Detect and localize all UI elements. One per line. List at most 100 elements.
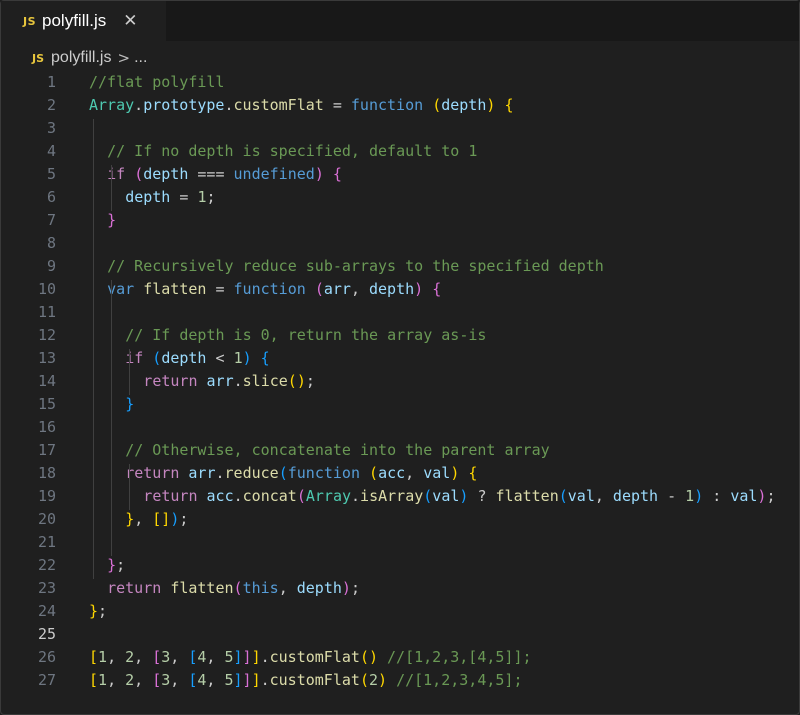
code-line[interactable]: 15} (0, 393, 800, 416)
code-token: val (423, 464, 451, 482)
code-token: [ (89, 671, 99, 689)
code-text: return acc.concat(Array.isArray(val) ? f… (143, 485, 775, 508)
code-line[interactable]: 27 [1, 2, [3, [4, 5]]].customFlat(2) //[1… (0, 669, 800, 692)
code-token: } (125, 395, 135, 413)
code-line[interactable]: 5 if (depth === undefined) { (0, 163, 800, 186)
close-icon[interactable]: ✕ (123, 11, 137, 31)
code-token: . (233, 487, 243, 505)
tab-polyfill-js[interactable]: JS polyfill.js ✕ (1, 1, 166, 41)
code-token: // Recursively reduce sub-arrays to the … (107, 257, 604, 275)
code-token: ) (378, 671, 388, 689)
code-token: // If depth is 0, return the array as-is (125, 326, 487, 344)
tab-title[interactable]: polyfill.js (42, 11, 106, 31)
code-token: depth (143, 165, 189, 183)
code-text: return flatten(this, depth); (107, 577, 360, 600)
code-line[interactable]: 3 (0, 117, 800, 140)
code-text: // If no depth is specified, default to … (107, 140, 477, 163)
code-token: return (143, 487, 198, 505)
code-text: var flatten = function (arr, depth) { (107, 278, 441, 301)
code-line[interactable]: 10 var flatten = function (arr, depth) { (0, 278, 800, 301)
code-token: depth (296, 579, 342, 597)
code-token: 1 (685, 487, 695, 505)
indent-guide (129, 349, 131, 395)
indent-guide (93, 119, 94, 579)
code-line[interactable]: 2 Array.prototype.customFlat = function (… (0, 94, 800, 117)
code-token: ] (233, 671, 243, 689)
code-token: // Otherwise, concatenate into the paren… (125, 441, 550, 459)
code-token: arr (188, 464, 216, 482)
code-line[interactable]: 26 [1, 2, [3, [4, 5]]].customFlat() //[1,… (0, 646, 800, 669)
line-number: 24 (37, 602, 56, 620)
code-line[interactable]: 13 if (depth < 1) { (0, 347, 800, 370)
code-token: 2 (125, 648, 135, 666)
line-number: 9 (46, 257, 56, 275)
code-token: ; (350, 579, 360, 597)
code-text: }; (89, 600, 107, 623)
code-line[interactable]: 11 (0, 301, 800, 324)
breadcrumb-symbols[interactable]: ... (134, 49, 147, 67)
code-line[interactable]: 14 return arr.slice(); (0, 370, 800, 393)
code-line[interactable]: 20}, []); (0, 508, 800, 531)
code-token: ; (116, 556, 126, 574)
code-line[interactable]: 1 //flat polyfill (0, 71, 800, 94)
code-line[interactable]: 21 (0, 531, 800, 554)
line-number: 13 (37, 349, 56, 367)
code-token: depth (612, 487, 659, 505)
code-token: , (170, 648, 189, 666)
code-line[interactable]: 23 return flatten(this, depth); (0, 577, 800, 600)
code-token: ] (251, 671, 261, 689)
code-text: // Otherwise, concatenate into the paren… (125, 439, 549, 462)
code-token: . (351, 487, 361, 505)
code-token: val (567, 487, 595, 505)
code-text: }, []); (125, 508, 188, 531)
code-token: , (134, 648, 153, 666)
code-token: arr (323, 280, 351, 298)
code-line[interactable]: 25 (0, 623, 800, 646)
code-token: ; (179, 510, 189, 528)
code-token: , (206, 671, 225, 689)
code-token: { (260, 349, 270, 367)
code-token: this (242, 579, 279, 597)
code-text: depth = 1; (125, 186, 215, 209)
code-line[interactable]: 12 // If depth is 0, return the array as-… (0, 324, 800, 347)
code-token: Array (89, 96, 135, 114)
line-number: 22 (37, 556, 56, 574)
line-number: 3 (46, 119, 56, 137)
code-line[interactable]: 9 // Recursively reduce sub-arrays to the… (0, 255, 800, 278)
breadcrumb-file[interactable]: polyfill.js (51, 49, 111, 67)
code-line[interactable]: 19 return acc.concat(Array.isArray(val) ?… (0, 485, 800, 508)
code-line[interactable]: 17 // Otherwise, concatenate into the par… (0, 439, 800, 462)
code-text: // If depth is 0, return the array as-is (125, 324, 486, 347)
code-line[interactable]: 24}; (0, 600, 800, 623)
code-text: [1, 2, [3, [4, 5]]].customFlat() //[1,2,… (89, 646, 532, 669)
code-token: , (278, 579, 297, 597)
line-number: 6 (46, 188, 56, 206)
code-line[interactable]: 16 (0, 416, 800, 439)
code-editor[interactable]: 1//flat polyfill 2 Array.prototype.customF… (0, 71, 800, 711)
code-token: // If no depth is specified, default to … (107, 142, 478, 160)
code-token: . (260, 648, 270, 666)
code-text: return arr.reduce(function (acc, val) { (125, 462, 477, 485)
line-number: 23 (37, 579, 56, 597)
code-token: ( (423, 487, 433, 505)
code-line[interactable]: 4 // If no depth is specified, default to… (0, 140, 800, 163)
code-token: slice (242, 372, 288, 390)
code-token: = (170, 188, 198, 206)
line-number: 19 (37, 487, 56, 505)
code-line[interactable]: 7} (0, 209, 800, 232)
tab-bar: JS polyfill.js ✕ (1, 1, 799, 41)
code-token: 1 (98, 671, 108, 689)
code-line[interactable]: 6 depth = 1; (0, 186, 800, 209)
code-line[interactable]: 18 return arr.reduce(function (acc, val) … (0, 462, 800, 485)
line-number: 4 (46, 142, 56, 160)
code-line[interactable]: 22}; (0, 554, 800, 577)
code-line[interactable]: 8 (0, 232, 800, 255)
